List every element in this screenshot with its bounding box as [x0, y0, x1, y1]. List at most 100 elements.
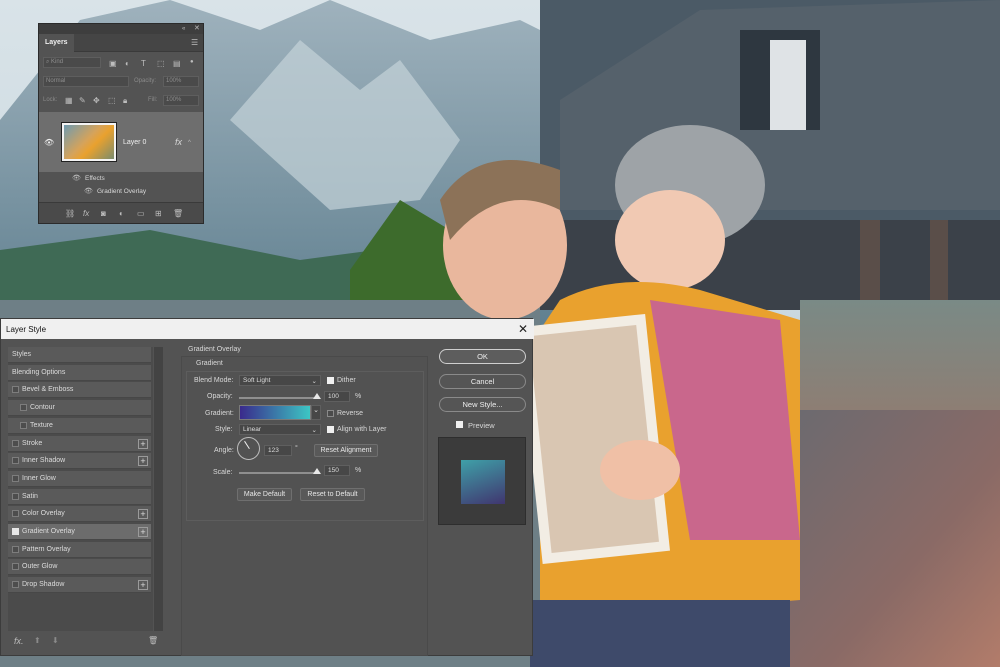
style-select[interactable]: Linear ⌄	[239, 424, 321, 435]
collapse-icon[interactable]: «	[182, 25, 185, 33]
close-icon[interactable]: ✕	[194, 25, 200, 33]
lock-all-icon[interactable]: 🔒︎	[123, 97, 127, 105]
cancel-button[interactable]: Cancel	[439, 374, 526, 389]
lock-move-icon[interactable]: ✥	[93, 97, 100, 105]
layer-row[interactable]: 👁︎ Layer 0 fx ^	[39, 112, 203, 172]
reset-to-default-button[interactable]: Reset to Default	[300, 488, 365, 501]
shape-filter-icon[interactable]: ⬚	[157, 60, 165, 68]
smart-object-filter-icon[interactable]: ▤	[173, 60, 181, 68]
lock-pixels-icon[interactable]: ▦	[65, 97, 73, 105]
reverse-checkbox[interactable]	[327, 410, 334, 417]
blend-mode-select[interactable]: Soft Light ⌄	[239, 375, 321, 386]
style-item-label: Gradient Overlay	[22, 528, 75, 535]
fill-field[interactable]: 100%	[163, 95, 199, 106]
angle-dial[interactable]	[237, 437, 260, 460]
add-effect-plus-icon[interactable]: +	[138, 438, 148, 449]
scale-slider-thumb[interactable]	[313, 468, 321, 474]
add-effect-plus-icon[interactable]: +	[138, 456, 148, 467]
angle-input[interactable]: 123	[264, 445, 292, 456]
style-item-checkbox[interactable]	[12, 457, 19, 465]
scale-input[interactable]: 150	[324, 465, 350, 476]
fill-value: 100%	[166, 97, 182, 103]
style-item-drop-shadow[interactable]: Drop Shadow +	[8, 577, 151, 594]
style-item-checkbox[interactable]	[12, 581, 19, 589]
gradient-picker-button[interactable]: ⌄	[311, 405, 321, 420]
style-item-texture[interactable]: Texture	[8, 417, 151, 434]
style-item-checkbox[interactable]	[12, 439, 19, 447]
delete-effect-icon[interactable]: 🗑︎	[148, 637, 158, 645]
style-item-satin[interactable]: Satin	[8, 488, 151, 505]
style-item-gradient-overlay[interactable]: Gradient Overlay +	[8, 524, 151, 540]
opacity-field[interactable]: 100%	[163, 76, 199, 87]
new-style-button[interactable]: New Style...	[439, 397, 526, 412]
degree-symbol: °	[295, 445, 298, 452]
style-item-inner-shadow[interactable]: Inner Shadow +	[8, 453, 151, 470]
style-item-checkbox[interactable]	[12, 563, 19, 571]
close-icon[interactable]: ✕	[518, 322, 528, 336]
style-item-color-overlay[interactable]: Color Overlay +	[8, 506, 151, 523]
align-with-layer-checkbox[interactable]	[327, 426, 334, 433]
style-item-checkbox[interactable]	[12, 474, 19, 482]
layers-tab[interactable]: Layers	[39, 34, 74, 52]
fx-menu-icon[interactable]: fx.	[14, 637, 24, 646]
opacity-input[interactable]: 100	[324, 391, 350, 402]
effects-eye-icon[interactable]: 👁︎	[72, 175, 81, 183]
style-item-blending-options[interactable]: Blending Options	[8, 364, 151, 381]
preview-checkbox[interactable]	[456, 421, 463, 428]
opacity-slider-track[interactable]	[239, 397, 317, 399]
chevron-down-icon: ⌄	[311, 378, 317, 385]
link-icon[interactable]: ⛓︎	[65, 210, 75, 218]
gradient-overlay-settings: Gradient	[181, 356, 428, 656]
style-item-checkbox[interactable]	[12, 510, 19, 518]
style-item-pattern-overlay[interactable]: Pattern Overlay	[8, 541, 151, 558]
move-up-icon[interactable]: ⬆︎	[34, 637, 41, 645]
blend-mode-select[interactable]: Normal	[43, 76, 129, 87]
filter-toggle-icon[interactable]: ●	[190, 58, 194, 66]
visibility-eye-icon[interactable]: 👁︎	[44, 139, 54, 147]
gradient-swatch[interactable]	[239, 405, 311, 420]
trash-icon[interactable]: 🗑︎	[173, 210, 183, 218]
move-down-icon[interactable]: ⬇︎	[52, 637, 59, 645]
filter-kind-value: Kind	[51, 59, 64, 65]
panel-menu-icon[interactable]: ☰	[191, 39, 198, 47]
style-item-outer-glow[interactable]: Outer Glow	[8, 559, 151, 576]
add-effect-plus-icon[interactable]: +	[138, 580, 148, 591]
style-item-stroke[interactable]: Stroke +	[8, 435, 151, 452]
style-list-scrollbar[interactable]	[154, 347, 163, 631]
make-default-button[interactable]: Make Default	[237, 488, 292, 501]
fx-icon[interactable]: fx	[83, 210, 89, 218]
opacity-slider-thumb[interactable]	[313, 393, 321, 399]
style-item-bevel-emboss[interactable]: Bevel & Emboss	[8, 382, 151, 399]
adjustment-filter-icon[interactable]: ◐	[125, 60, 130, 68]
folder-icon[interactable]: ▭	[137, 210, 145, 218]
style-item-inner-glow[interactable]: Inner Glow	[8, 470, 151, 487]
style-item-checkbox[interactable]	[20, 404, 27, 412]
new-layer-icon[interactable]: ⊞	[155, 210, 162, 218]
dither-checkbox[interactable]	[327, 377, 334, 384]
effect-item-label[interactable]: Gradient Overlay	[97, 188, 146, 195]
adjustment-icon[interactable]: ◐	[119, 210, 124, 218]
mask-icon[interactable]: ◙	[101, 210, 106, 218]
style-item-checkbox[interactable]	[12, 386, 19, 394]
filter-kind-select[interactable]: ⌕ Kind	[43, 57, 101, 68]
add-effect-plus-icon[interactable]: +	[138, 527, 148, 537]
opacity-label: Opacity:	[207, 393, 233, 400]
effect-eye-icon[interactable]: 👁︎	[84, 188, 93, 196]
ok-button[interactable]: OK	[439, 349, 526, 364]
style-item-contour[interactable]: Contour	[8, 400, 151, 417]
image-filter-icon[interactable]: ▣	[109, 60, 117, 68]
layer-name[interactable]: Layer 0	[123, 139, 146, 146]
lock-brush-icon[interactable]: ✎	[79, 97, 86, 105]
style-item-checkbox[interactable]	[12, 545, 19, 553]
style-item-checkbox[interactable]	[12, 528, 19, 535]
scale-slider-track[interactable]	[239, 472, 317, 474]
add-effect-plus-icon[interactable]: +	[138, 509, 148, 520]
layer-fx-label[interactable]: fx	[175, 137, 182, 147]
style-item-checkbox[interactable]	[12, 492, 19, 500]
reset-alignment-button[interactable]: Reset Alignment	[314, 444, 378, 457]
style-item-checkbox[interactable]	[20, 421, 27, 429]
style-item-styles[interactable]: Styles	[8, 347, 151, 363]
expand-effects-icon[interactable]: ^	[188, 139, 191, 147]
type-filter-icon[interactable]: T	[141, 60, 146, 68]
lock-artboard-icon[interactable]: ⬚	[108, 97, 116, 105]
